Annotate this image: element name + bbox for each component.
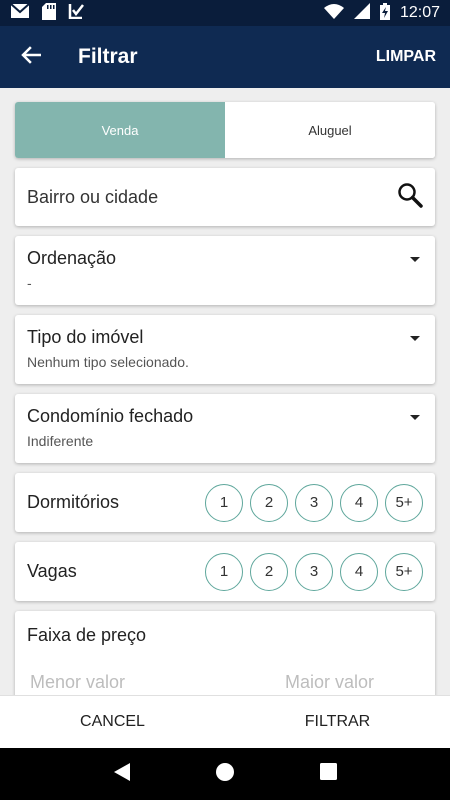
price-range-card: Faixa de preço <box>15 611 450 695</box>
ordenacao-select[interactable]: Ordenação - <box>15 236 435 305</box>
gmail-icon <box>10 3 30 23</box>
condominio-label: Condomínio fechado <box>27 406 194 426</box>
back-button[interactable] <box>0 26 62 88</box>
dormitorios-label: Dormitórios <box>27 492 120 512</box>
location-search-field[interactable]: Bairro ou cidade <box>15 168 435 226</box>
nav-back-button[interactable] <box>107 759 137 789</box>
vagas-label: Vagas <box>27 561 77 581</box>
nav-recents-button[interactable] <box>313 759 343 789</box>
tipo-imovel-value: Nenhum tipo selecionado. <box>27 354 189 370</box>
battery-charging-icon <box>379 2 390 24</box>
dropdown-arrow-icon <box>410 257 420 262</box>
download-check-icon <box>68 3 84 23</box>
price-range-label: Faixa de preço <box>27 625 147 645</box>
dormitorios-options: 1 2 3 4 5+ <box>205 483 423 522</box>
signal-icon <box>353 3 370 23</box>
status-bar: 12:07 <box>0 0 450 26</box>
tipo-imovel-select[interactable]: Tipo do imóvel Nenhum tipo selecionado. <box>15 315 435 384</box>
arrow-back-icon <box>21 45 42 69</box>
max-price-input[interactable] <box>282 672 450 693</box>
cancel-button[interactable]: CANCEL <box>0 696 225 748</box>
vagas-option-3[interactable]: 3 <box>295 552 333 591</box>
clear-button[interactable]: LIMPAR <box>376 48 436 66</box>
tipo-imovel-label: Tipo do imóvel <box>27 327 144 347</box>
dormitorios-option-4[interactable]: 4 <box>340 483 378 522</box>
min-price-input[interactable] <box>27 672 262 693</box>
filter-form: Venda Aluguel Bairro ou cidade Ordenação… <box>0 88 450 695</box>
dormitorios-option-2[interactable]: 2 <box>250 483 288 522</box>
dormitorios-option-5plus[interactable]: 5+ <box>385 483 423 522</box>
circle-home-icon <box>215 762 235 787</box>
dormitorios-option-3[interactable]: 3 <box>295 483 333 522</box>
location-search-placeholder: Bairro ou cidade <box>27 186 159 207</box>
nav-home-button[interactable] <box>210 759 240 789</box>
page-title: Filtrar <box>78 45 138 68</box>
price-range-inputs <box>27 672 450 693</box>
ordenacao-value: - <box>27 275 32 291</box>
vagas-options: 1 2 3 4 5+ <box>205 552 423 591</box>
vagas-option-2[interactable]: 2 <box>250 552 288 591</box>
system-navigation-bar <box>0 748 450 800</box>
condominio-value: Indiferente <box>27 433 94 449</box>
bottom-action-bar: CANCEL FILTRAR <box>0 695 450 748</box>
triangle-back-icon <box>113 762 130 786</box>
condominio-select[interactable]: Condomínio fechado Indiferente <box>15 394 435 463</box>
search-icon[interactable] <box>397 182 423 213</box>
vagas-option-1[interactable]: 1 <box>205 552 243 591</box>
ordenacao-label: Ordenação <box>27 248 117 268</box>
transaction-type-segment: Venda Aluguel <box>15 102 435 158</box>
vagas-option-5plus[interactable]: 5+ <box>385 552 423 591</box>
dropdown-arrow-icon <box>410 415 420 420</box>
dormitorios-option-1[interactable]: 1 <box>205 483 243 522</box>
wifi-icon <box>323 3 344 23</box>
dropdown-arrow-icon <box>410 336 420 341</box>
square-recents-icon <box>319 763 337 785</box>
status-right-icons: 12:07 <box>323 2 440 24</box>
app-bar: Filtrar LIMPAR <box>0 26 450 88</box>
vagas-option-4[interactable]: 4 <box>340 552 378 591</box>
filter-button[interactable]: FILTRAR <box>225 696 450 748</box>
vagas-selector: Vagas 1 2 3 4 5+ <box>15 542 435 601</box>
status-left-icons <box>10 2 84 24</box>
segment-aluguel[interactable]: Aluguel <box>225 102 435 158</box>
dormitorios-selector: Dormitórios 1 2 3 4 5+ <box>15 473 435 532</box>
sd-card-icon <box>42 2 56 24</box>
segment-venda[interactable]: Venda <box>15 102 225 158</box>
status-time: 12:07 <box>399 4 440 21</box>
